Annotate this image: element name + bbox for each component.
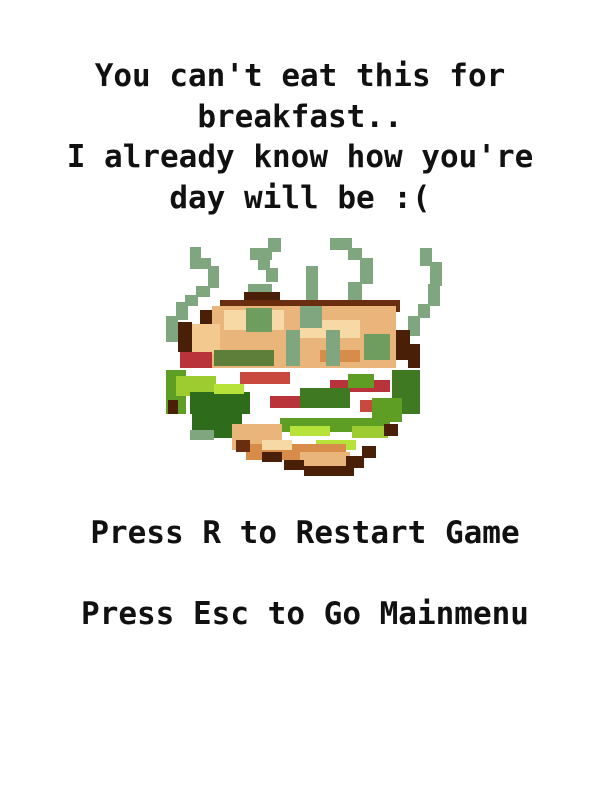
- sandwich-body: [166, 292, 420, 476]
- steaming-sandwich-icon: [166, 238, 442, 476]
- main-menu-prompt: Press Esc to Go Mainmenu: [81, 596, 529, 632]
- restart-prompt: Press R to Restart Game: [90, 515, 520, 551]
